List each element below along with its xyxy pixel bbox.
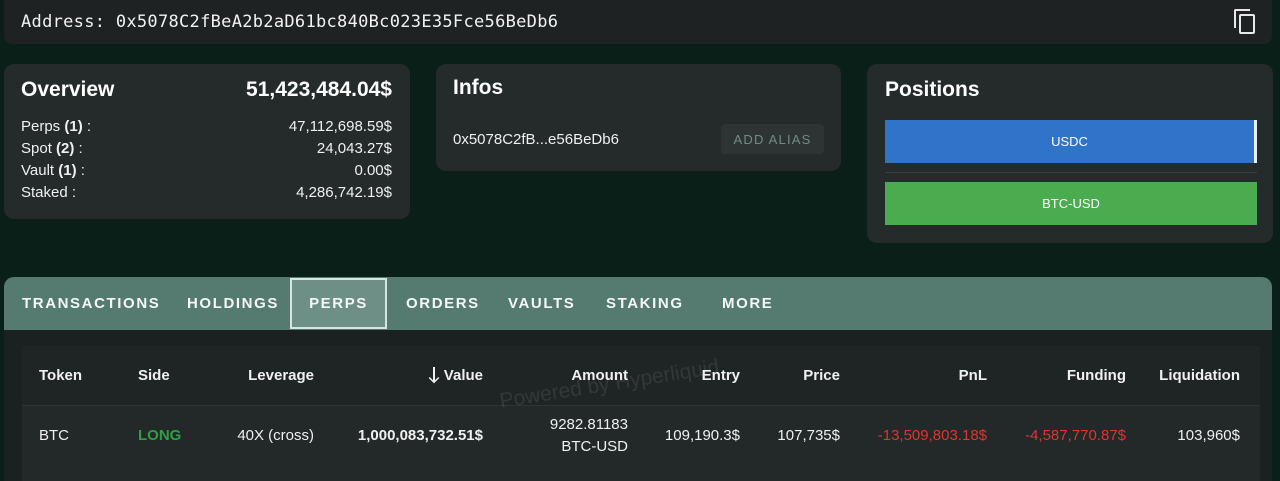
address-text: Address: 0x5078C2fBeA2b2aD61bc840Bc023E3… <box>21 12 559 32</box>
cell-price: 107,735$ <box>777 427 840 444</box>
row-count: (1) <box>58 162 77 179</box>
cell-value: 1,000,083,732.51$ <box>357 427 483 444</box>
col-entry[interactable]: Entry <box>702 367 740 384</box>
tab-transactions[interactable]: TRANSACTIONS <box>22 277 160 330</box>
position-btc-usd-button[interactable]: BTC-USD <box>885 182 1257 225</box>
cell-token: BTC <box>39 427 69 444</box>
overview-row-staked: Staked : 4,286,742.19$ <box>21 182 392 204</box>
overview-row-vault: Vault (1) : 0.00$ <box>21 160 392 182</box>
tab-orders[interactable]: ORDERS <box>406 277 480 330</box>
cell-liquidation: 103,960$ <box>1177 427 1240 444</box>
cell-pnl: -13,509,803.18$ <box>877 427 987 444</box>
tab-holdings[interactable]: HOLDINGS <box>187 277 279 330</box>
col-leverage[interactable]: Leverage <box>248 367 314 384</box>
cell-entry: 109,190.3$ <box>664 427 740 444</box>
cell-side: LONG <box>138 427 182 444</box>
col-funding[interactable]: Funding <box>1067 367 1126 384</box>
row-value: 24,043.27$ <box>316 140 392 157</box>
row-value: 0.00$ <box>354 162 392 179</box>
cell-funding: -4,587,770.87$ <box>1025 427 1126 444</box>
overview-title: Overview <box>21 78 115 101</box>
arrow-down-icon <box>428 367 440 384</box>
row-label: Staked <box>21 184 68 201</box>
col-token[interactable]: Token <box>39 367 82 384</box>
row-suffix: : <box>82 118 92 135</box>
perps-panel: Token Side Leverage Value Amount Entry P… <box>4 330 1272 481</box>
overview-row-perps: Perps (1) : 47,112,698.59$ <box>21 116 392 138</box>
col-amount[interactable]: Amount <box>571 367 628 384</box>
tab-more[interactable]: MORE <box>722 277 773 330</box>
short-address: 0x5078C2fB...e56BeDb6 <box>453 130 619 148</box>
amount-value: 9282.81183 <box>549 416 628 433</box>
overview-card: Overview 51,423,484.04$ Perps (1) : 47,1… <box>4 64 410 219</box>
divider <box>885 172 1257 173</box>
tab-staking[interactable]: STAKING <box>606 277 684 330</box>
infos-card: Infos 0x5078C2fB...e56BeDb6 ADD ALIAS <box>436 64 841 171</box>
copy-icon[interactable] <box>1234 9 1258 35</box>
col-value-label: Value <box>443 367 483 384</box>
row-label: Perps <box>21 118 61 135</box>
tab-vaults[interactable]: VAULTS <box>508 277 575 330</box>
overview-row-spot: Spot (2) : 24,043.27$ <box>21 138 392 160</box>
row-suffix: : <box>76 162 85 179</box>
amount-pair: BTC-USD <box>561 438 628 455</box>
row-count: (1) <box>64 118 83 135</box>
col-side[interactable]: Side <box>138 367 170 384</box>
row-suffix: : <box>67 184 77 201</box>
table-header: Token Side Leverage Value Amount Entry P… <box>22 346 1260 406</box>
cell-leverage: 40X (cross) <box>237 427 314 444</box>
row-value: 4,286,742.19$ <box>296 184 392 201</box>
tab-perps[interactable]: PERPS <box>290 278 387 329</box>
perps-table: Token Side Leverage Value Amount Entry P… <box>22 346 1260 481</box>
positions-card: Positions USDC BTC-USD <box>867 64 1273 243</box>
position-usdc-button[interactable]: USDC <box>885 120 1257 163</box>
row-suffix: : <box>74 140 83 157</box>
positions-title: Positions <box>885 78 980 101</box>
col-value-sorted[interactable]: Value <box>428 367 483 384</box>
address-bar: Address: 0x5078C2fBeA2b2aD61bc840Bc023E3… <box>4 0 1272 44</box>
row-label: Spot <box>21 140 52 157</box>
add-alias-button[interactable]: ADD ALIAS <box>721 124 824 154</box>
tab-bar: TRANSACTIONS HOLDINGS PERPS ORDERS VAULT… <box>4 277 1272 330</box>
col-price[interactable]: Price <box>803 367 840 384</box>
row-value: 47,112,698.59$ <box>288 118 392 135</box>
cell-amount: 9282.81183 BTC-USD <box>550 414 628 458</box>
col-pnl[interactable]: PnL <box>959 367 987 384</box>
infos-title: Infos <box>453 76 504 99</box>
col-liquidation[interactable]: Liquidation <box>1159 367 1240 384</box>
row-label: Vault <box>21 162 55 179</box>
row-count: (2) <box>56 140 75 157</box>
overview-total: 51,423,484.04$ <box>246 78 392 101</box>
